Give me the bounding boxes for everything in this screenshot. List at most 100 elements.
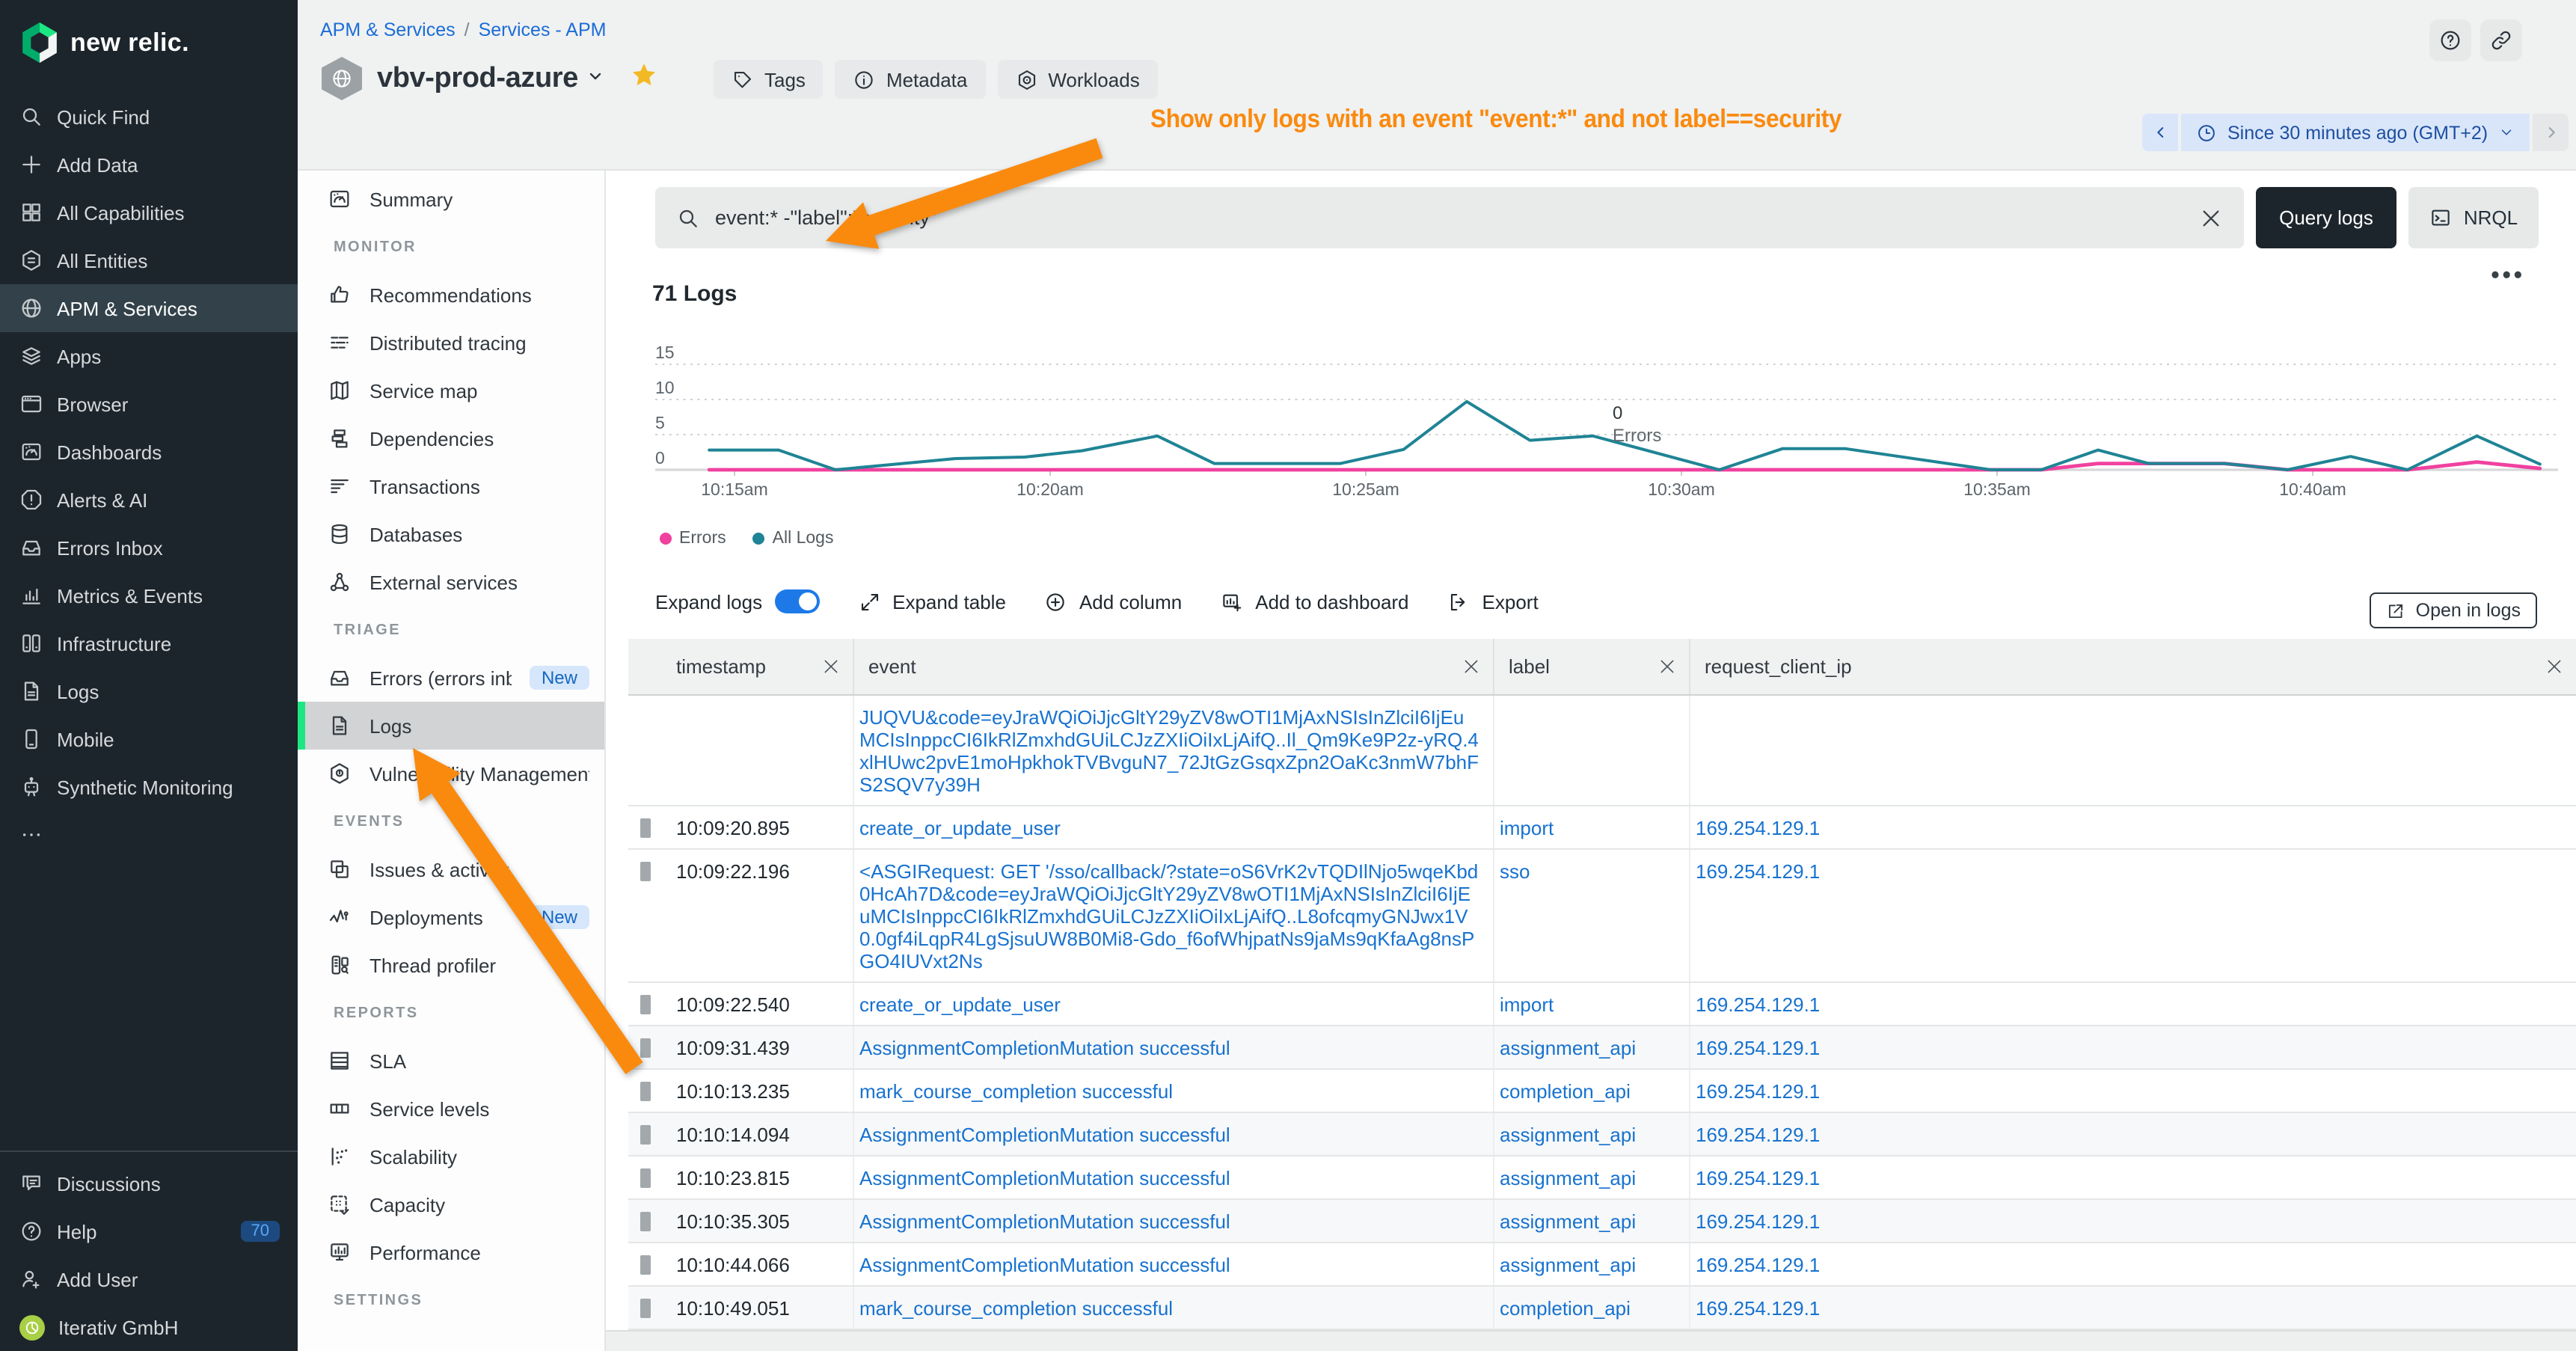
export-button[interactable]: Export xyxy=(1448,590,1539,613)
sidebar-item-apps[interactable]: Apps xyxy=(0,332,298,380)
service-nav-item-capacity[interactable]: Capacity xyxy=(298,1180,604,1228)
log-row[interactable]: 10:10:49.051mark_course_completion succe… xyxy=(628,1285,2576,1329)
log-row-continuation[interactable]: JUQVU&code=eyJraWQiOiJjcGltY29yZV8wOTI1M… xyxy=(628,694,2576,805)
log-label-link[interactable]: assignment_api xyxy=(1500,1253,1636,1275)
log-request-client-ip-link[interactable]: 169.254.129.1 xyxy=(1696,993,1820,1015)
service-nav-item-databases[interactable]: Databases xyxy=(298,510,604,558)
workloads-button[interactable]: Workloads xyxy=(997,60,1157,99)
panel-menu-button[interactable]: ••• xyxy=(2491,263,2525,290)
add-to-dashboard-button[interactable]: Add to dashboard xyxy=(1221,590,1408,613)
log-request-client-ip-link[interactable]: 169.254.129.1 xyxy=(1696,1079,1820,1102)
log-request-client-ip-link[interactable]: 169.254.129.1 xyxy=(1696,1210,1820,1232)
service-nav-item-recommendations[interactable]: Recommendations xyxy=(298,271,604,319)
log-row[interactable]: 10:10:13.235mark_course_completion succe… xyxy=(628,1068,2576,1112)
expand-logs-toggle[interactable]: Expand logs xyxy=(655,589,819,613)
log-event-link[interactable]: create_or_update_user xyxy=(859,993,1061,1015)
clear-query-button[interactable] xyxy=(2199,206,2223,230)
log-query-input[interactable] xyxy=(715,206,2184,229)
sidebar-item-browser[interactable]: Browser xyxy=(0,380,298,428)
sidebar-item-help[interactable]: Help70 xyxy=(0,1207,298,1255)
sidebar-item-synthetic-monitoring[interactable]: Synthetic Monitoring xyxy=(0,763,298,811)
sidebar-item-logs[interactable]: Logs xyxy=(0,667,298,715)
log-row[interactable]: 10:09:22.196<ASGIRequest: GET '/sso/call… xyxy=(628,848,2576,981)
favorite-star-icon[interactable] xyxy=(631,61,659,96)
remove-column-button[interactable] xyxy=(2545,657,2564,676)
log-label-link[interactable]: completion_api xyxy=(1500,1079,1631,1102)
service-nav-item-performance[interactable]: Performance xyxy=(298,1228,604,1276)
log-request-client-ip-link[interactable]: 169.254.129.1 xyxy=(1696,1253,1820,1275)
log-event-link[interactable]: mark_course_completion successful xyxy=(859,1079,1173,1102)
service-nav-item-service-levels[interactable]: Service levels xyxy=(298,1085,604,1133)
log-label-link[interactable]: import xyxy=(1500,993,1554,1015)
log-label-link[interactable]: sso xyxy=(1500,860,1530,882)
sidebar-item-iterativ-gmbh[interactable]: Iterativ GmbH xyxy=(0,1303,298,1351)
legend-item-errors[interactable]: Errors xyxy=(660,530,726,548)
log-request-client-ip-link[interactable]: 169.254.129.1 xyxy=(1696,1296,1820,1319)
log-row[interactable]: 10:09:22.540create_or_update_userimport1… xyxy=(628,981,2576,1025)
log-event-link[interactable]: AssignmentCompletionMutation successful xyxy=(859,1210,1230,1232)
add-column-button[interactable]: Add column xyxy=(1045,590,1182,613)
service-nav-item-service-map[interactable]: Service map xyxy=(298,367,604,414)
log-event-link[interactable]: mark_course_completion successful xyxy=(859,1296,1173,1319)
log-request-client-ip-link[interactable]: 169.254.129.1 xyxy=(1696,1166,1820,1189)
service-nav-item-summary[interactable]: Summary xyxy=(298,175,604,223)
log-label-link[interactable]: assignment_api xyxy=(1500,1123,1636,1145)
service-nav-item-vulnerability-management[interactable]: Vulnerability Management xyxy=(298,750,604,797)
remove-column-button[interactable] xyxy=(821,657,840,676)
permalink-button[interactable] xyxy=(2480,19,2522,61)
metadata-button[interactable]: Metadata xyxy=(835,60,985,99)
entity-chevron-down-icon[interactable] xyxy=(587,65,605,92)
service-nav-item-thread-profiler[interactable]: Thread profiler xyxy=(298,941,604,989)
log-request-client-ip-link[interactable]: 169.254.129.1 xyxy=(1696,860,1820,882)
log-label-link[interactable]: import xyxy=(1500,816,1554,839)
service-nav-item-sla[interactable]: SLA xyxy=(298,1037,604,1085)
sidebar-item-all-capabilities[interactable]: All Capabilities xyxy=(0,189,298,236)
expand-table-button[interactable]: Expand table xyxy=(858,590,1006,613)
toggle-on-icon[interactable] xyxy=(774,589,819,613)
log-request-client-ip-link[interactable]: 169.254.129.1 xyxy=(1696,1036,1820,1059)
service-nav-item-logs[interactable]: Logs xyxy=(298,702,604,750)
log-row[interactable]: 10:10:35.305AssignmentCompletionMutation… xyxy=(628,1198,2576,1242)
service-nav-item-external-services[interactable]: External services xyxy=(298,558,604,606)
service-nav-item-transactions[interactable]: Transactions xyxy=(298,462,604,510)
query-logs-button[interactable]: Query logs xyxy=(2256,187,2396,248)
breadcrumb-link-services-apm[interactable]: Services - APM xyxy=(479,19,607,40)
log-request-client-ip-link[interactable]: 169.254.129.1 xyxy=(1696,1123,1820,1145)
open-in-logs-button[interactable]: Open in logs xyxy=(2370,592,2537,628)
log-row[interactable]: 10:10:44.066AssignmentCompletionMutation… xyxy=(628,1242,2576,1285)
breadcrumb-link-apm-services[interactable]: APM & Services xyxy=(320,19,456,40)
service-nav-item-dependencies[interactable]: Dependencies xyxy=(298,414,604,462)
time-picker-back-button[interactable] xyxy=(2142,114,2178,151)
log-event-link[interactable]: create_or_update_user xyxy=(859,816,1061,839)
sidebar-item-discussions[interactable]: Discussions xyxy=(0,1159,298,1207)
log-row[interactable]: 10:10:14.094AssignmentCompletionMutation… xyxy=(628,1112,2576,1155)
sidebar-item-quick-find[interactable]: Quick Find xyxy=(0,93,298,141)
log-request-client-ip-link[interactable]: 169.254.129.1 xyxy=(1696,816,1820,839)
log-label-link[interactable]: assignment_api xyxy=(1500,1036,1636,1059)
sidebar-item-add-user[interactable]: Add User xyxy=(0,1255,298,1303)
remove-column-button[interactable] xyxy=(1461,657,1480,676)
sidebar-item-dashboards[interactable]: Dashboards xyxy=(0,428,298,476)
service-nav-item-distributed-tracing[interactable]: Distributed tracing xyxy=(298,319,604,367)
service-nav-item-errors-errors-inb[interactable]: Errors (errors inb...New xyxy=(298,654,604,702)
time-picker-dropdown[interactable]: Since 30 minutes ago (GMT+2) xyxy=(2181,114,2530,151)
time-picker-forward-button[interactable] xyxy=(2533,114,2569,151)
sidebar-item-more[interactable] xyxy=(0,811,298,859)
log-row[interactable]: 10:09:20.895create_or_update_userimport1… xyxy=(628,805,2576,848)
log-label-link[interactable]: assignment_api xyxy=(1500,1166,1636,1189)
log-label-link[interactable]: assignment_api xyxy=(1500,1210,1636,1232)
log-row[interactable]: 10:10:23.815AssignmentCompletionMutation… xyxy=(628,1155,2576,1198)
sidebar-item-infrastructure[interactable]: Infrastructure xyxy=(0,619,298,667)
log-event-link[interactable]: AssignmentCompletionMutation successful xyxy=(859,1123,1230,1145)
service-nav-item-scalability[interactable]: Scalability xyxy=(298,1133,604,1180)
log-event-link[interactable]: JUQVU&code=eyJraWQiOiJjcGltY29yZV8wOTI1M… xyxy=(859,705,1479,795)
legend-item-all-logs[interactable]: All Logs xyxy=(753,530,834,548)
service-nav-item-issues-activity[interactable]: Issues & activity xyxy=(298,845,604,893)
sidebar-item-add-data[interactable]: Add Data xyxy=(0,141,298,189)
log-event-link[interactable]: AssignmentCompletionMutation successful xyxy=(859,1166,1230,1189)
log-row[interactable]: 10:09:31.439AssignmentCompletionMutation… xyxy=(628,1025,2576,1068)
log-event-link[interactable]: AssignmentCompletionMutation successful xyxy=(859,1253,1230,1275)
nrql-button[interactable]: NRQL xyxy=(2408,187,2539,248)
sidebar-item-all-entities[interactable]: All Entities xyxy=(0,236,298,284)
sidebar-item-alerts-ai[interactable]: Alerts & AI xyxy=(0,476,298,524)
